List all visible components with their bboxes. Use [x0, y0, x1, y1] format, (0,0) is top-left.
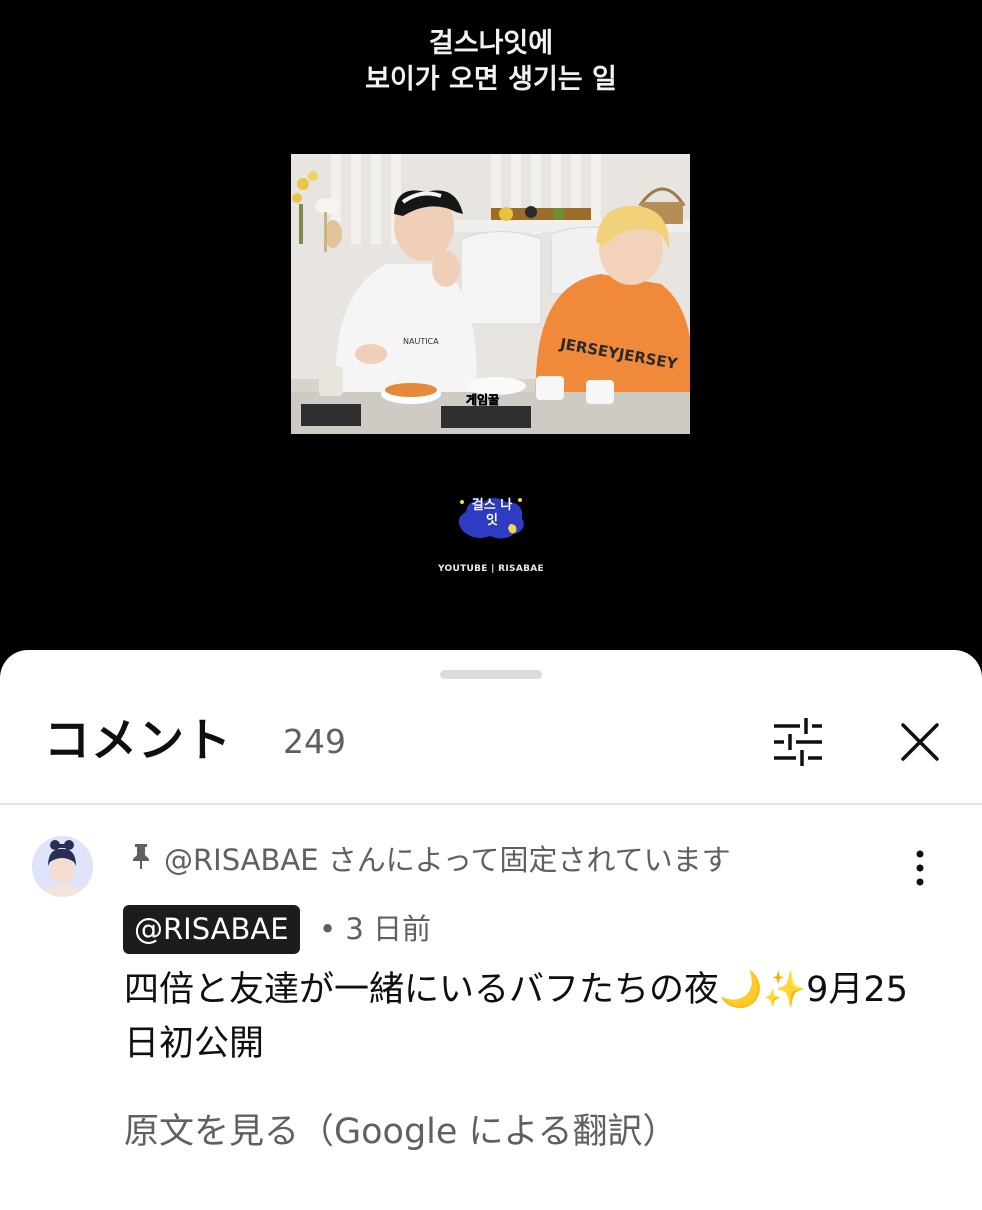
header-divider [0, 803, 982, 805]
see-original-link[interactable]: 原文を見る（Google による翻訳） [124, 1108, 678, 1156]
scene-illustration: NAUTICA JERSEYJERSEY 게임꿀 [291, 154, 690, 434]
title-line-2: 보이가 오면 생기는 일 [365, 64, 617, 95]
channel-logo: 걸스 나잇 [454, 494, 528, 542]
logo-text: 걸스 나잇 [471, 498, 513, 528]
video-frame-image: NAUTICA JERSEYJERSEY 게임꿀 [291, 154, 690, 434]
comments-bottom-sheet: コメント 249 @RISABAE さんによって固定されています @RISABA… [0, 650, 982, 1210]
close-button[interactable] [888, 712, 952, 772]
comments-title: コメント [44, 713, 232, 767]
pinned-by-label: @RISABAE さんによって固定されています [164, 843, 731, 877]
title-line-1: 걸스나잇에 [428, 28, 554, 59]
video-credit: YOUTUBE | RISABAE [438, 564, 544, 574]
avatar-image [32, 836, 93, 897]
comment-more-button[interactable] [900, 846, 940, 890]
pin-icon [130, 842, 152, 870]
comments-count: 249 [283, 722, 346, 761]
more-vertical-icon [916, 850, 924, 886]
video-player[interactable]: 걸스나잇에 보이가 오면 생기는 일 NAUTICA JERSEYJERSEY … [0, 0, 982, 650]
avatar[interactable] [32, 836, 93, 897]
sort-filter-button[interactable] [762, 714, 834, 770]
comment-timestamp: • 3 日前 [319, 912, 431, 946]
comment-author-badge[interactable]: @RISABAE [123, 905, 300, 954]
video-title-overlay: 걸스나잇에 보이가 오면 생기는 일 [0, 26, 982, 98]
comment-text: 四倍と友達が一緒にいるバフたちの夜🌙✨9月25日初公開 [124, 970, 908, 1064]
drag-handle[interactable] [440, 670, 542, 679]
video-subtitle: 게임꿀 [466, 393, 499, 407]
shirt-text: NAUTICA [403, 337, 439, 346]
close-icon [901, 723, 939, 761]
sliders-icon [774, 718, 822, 766]
